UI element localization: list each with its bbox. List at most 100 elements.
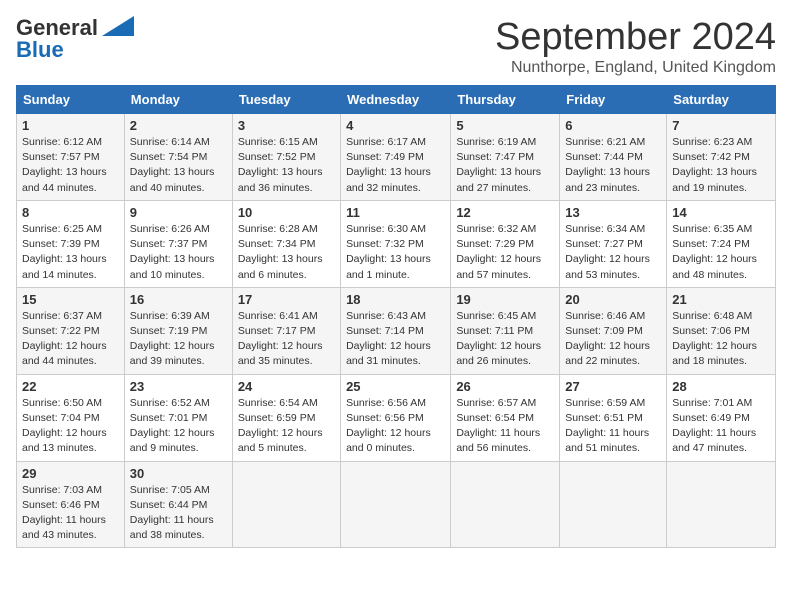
calendar-cell: 26 Sunrise: 6:57 AM Sunset: 6:54 PM Dayl… <box>451 374 560 461</box>
logo-icon <box>102 16 134 36</box>
logo: General Blue <box>16 16 134 63</box>
calendar-cell <box>232 461 340 548</box>
calendar-cell: 28 Sunrise: 7:01 AM Sunset: 6:49 PM Dayl… <box>667 374 776 461</box>
calendar-cell: 8 Sunrise: 6:25 AM Sunset: 7:39 PM Dayli… <box>17 200 125 287</box>
calendar-cell: 22 Sunrise: 6:50 AM Sunset: 7:04 PM Dayl… <box>17 374 125 461</box>
day-info: Sunrise: 6:41 AM Sunset: 7:17 PM Dayligh… <box>238 309 335 370</box>
day-info: Sunrise: 7:01 AM Sunset: 6:49 PM Dayligh… <box>672 396 770 457</box>
title-block: September 2024 Nunthorpe, England, Unite… <box>495 16 776 77</box>
calendar-cell: 23 Sunrise: 6:52 AM Sunset: 7:01 PM Dayl… <box>124 374 232 461</box>
day-info: Sunrise: 6:56 AM Sunset: 6:56 PM Dayligh… <box>346 396 445 457</box>
day-number: 24 <box>238 379 335 394</box>
day-info: Sunrise: 6:48 AM Sunset: 7:06 PM Dayligh… <box>672 309 770 370</box>
day-info: Sunrise: 6:30 AM Sunset: 7:32 PM Dayligh… <box>346 222 445 283</box>
calendar-cell: 25 Sunrise: 6:56 AM Sunset: 6:56 PM Dayl… <box>341 374 451 461</box>
calendar-cell <box>341 461 451 548</box>
day-number: 26 <box>456 379 554 394</box>
calendar-cell: 20 Sunrise: 6:46 AM Sunset: 7:09 PM Dayl… <box>560 287 667 374</box>
calendar-cell <box>451 461 560 548</box>
calendar-week-row: 15 Sunrise: 6:37 AM Sunset: 7:22 PM Dayl… <box>17 287 776 374</box>
calendar-cell <box>560 461 667 548</box>
day-info: Sunrise: 6:25 AM Sunset: 7:39 PM Dayligh… <box>22 222 119 283</box>
day-number: 19 <box>456 292 554 307</box>
day-number: 25 <box>346 379 445 394</box>
calendar-cell: 9 Sunrise: 6:26 AM Sunset: 7:37 PM Dayli… <box>124 200 232 287</box>
day-info: Sunrise: 6:46 AM Sunset: 7:09 PM Dayligh… <box>565 309 661 370</box>
day-info: Sunrise: 6:52 AM Sunset: 7:01 PM Dayligh… <box>130 396 227 457</box>
day-info: Sunrise: 7:03 AM Sunset: 6:46 PM Dayligh… <box>22 483 119 544</box>
day-info: Sunrise: 6:32 AM Sunset: 7:29 PM Dayligh… <box>456 222 554 283</box>
day-number: 10 <box>238 205 335 220</box>
calendar-cell: 30 Sunrise: 7:05 AM Sunset: 6:44 PM Dayl… <box>124 461 232 548</box>
day-number: 23 <box>130 379 227 394</box>
calendar-cell: 10 Sunrise: 6:28 AM Sunset: 7:34 PM Dayl… <box>232 200 340 287</box>
day-number: 8 <box>22 205 119 220</box>
day-info: Sunrise: 6:28 AM Sunset: 7:34 PM Dayligh… <box>238 222 335 283</box>
calendar-week-row: 8 Sunrise: 6:25 AM Sunset: 7:39 PM Dayli… <box>17 200 776 287</box>
day-number: 29 <box>22 466 119 481</box>
calendar-cell: 16 Sunrise: 6:39 AM Sunset: 7:19 PM Dayl… <box>124 287 232 374</box>
day-number: 2 <box>130 118 227 133</box>
weekday-header: Saturday <box>667 86 776 114</box>
day-info: Sunrise: 6:45 AM Sunset: 7:11 PM Dayligh… <box>456 309 554 370</box>
day-info: Sunrise: 6:54 AM Sunset: 6:59 PM Dayligh… <box>238 396 335 457</box>
page-header: General Blue September 2024 Nunthorpe, E… <box>16 16 776 77</box>
calendar-cell: 4 Sunrise: 6:17 AM Sunset: 7:49 PM Dayli… <box>341 114 451 201</box>
calendar-cell: 18 Sunrise: 6:43 AM Sunset: 7:14 PM Dayl… <box>341 287 451 374</box>
calendar-cell: 15 Sunrise: 6:37 AM Sunset: 7:22 PM Dayl… <box>17 287 125 374</box>
calendar-cell: 17 Sunrise: 6:41 AM Sunset: 7:17 PM Dayl… <box>232 287 340 374</box>
day-info: Sunrise: 6:19 AM Sunset: 7:47 PM Dayligh… <box>456 135 554 196</box>
weekday-header-row: SundayMondayTuesdayWednesdayThursdayFrid… <box>17 86 776 114</box>
calendar-week-row: 1 Sunrise: 6:12 AM Sunset: 7:57 PM Dayli… <box>17 114 776 201</box>
day-info: Sunrise: 6:59 AM Sunset: 6:51 PM Dayligh… <box>565 396 661 457</box>
calendar-cell: 21 Sunrise: 6:48 AM Sunset: 7:06 PM Dayl… <box>667 287 776 374</box>
day-info: Sunrise: 6:43 AM Sunset: 7:14 PM Dayligh… <box>346 309 445 370</box>
month-title: September 2024 <box>495 16 776 59</box>
calendar-week-row: 22 Sunrise: 6:50 AM Sunset: 7:04 PM Dayl… <box>17 374 776 461</box>
calendar-cell: 19 Sunrise: 6:45 AM Sunset: 7:11 PM Dayl… <box>451 287 560 374</box>
calendar-cell: 7 Sunrise: 6:23 AM Sunset: 7:42 PM Dayli… <box>667 114 776 201</box>
day-info: Sunrise: 6:12 AM Sunset: 7:57 PM Dayligh… <box>22 135 119 196</box>
calendar-week-row: 29 Sunrise: 7:03 AM Sunset: 6:46 PM Dayl… <box>17 461 776 548</box>
logo-blue: Blue <box>16 37 64 63</box>
calendar-cell: 2 Sunrise: 6:14 AM Sunset: 7:54 PM Dayli… <box>124 114 232 201</box>
weekday-header: Friday <box>560 86 667 114</box>
day-info: Sunrise: 6:14 AM Sunset: 7:54 PM Dayligh… <box>130 135 227 196</box>
day-number: 15 <box>22 292 119 307</box>
day-info: Sunrise: 6:50 AM Sunset: 7:04 PM Dayligh… <box>22 396 119 457</box>
day-number: 17 <box>238 292 335 307</box>
day-number: 11 <box>346 205 445 220</box>
calendar-cell: 27 Sunrise: 6:59 AM Sunset: 6:51 PM Dayl… <box>560 374 667 461</box>
day-number: 6 <box>565 118 661 133</box>
day-number: 18 <box>346 292 445 307</box>
calendar-cell: 13 Sunrise: 6:34 AM Sunset: 7:27 PM Dayl… <box>560 200 667 287</box>
day-number: 20 <box>565 292 661 307</box>
day-number: 3 <box>238 118 335 133</box>
day-info: Sunrise: 6:37 AM Sunset: 7:22 PM Dayligh… <box>22 309 119 370</box>
weekday-header: Tuesday <box>232 86 340 114</box>
day-number: 5 <box>456 118 554 133</box>
calendar-cell: 29 Sunrise: 7:03 AM Sunset: 6:46 PM Dayl… <box>17 461 125 548</box>
day-info: Sunrise: 6:23 AM Sunset: 7:42 PM Dayligh… <box>672 135 770 196</box>
day-number: 22 <box>22 379 119 394</box>
day-number: 9 <box>130 205 227 220</box>
weekday-header: Wednesday <box>341 86 451 114</box>
day-number: 12 <box>456 205 554 220</box>
calendar-table: SundayMondayTuesdayWednesdayThursdayFrid… <box>16 85 776 548</box>
calendar-cell: 24 Sunrise: 6:54 AM Sunset: 6:59 PM Dayl… <box>232 374 340 461</box>
calendar-cell: 6 Sunrise: 6:21 AM Sunset: 7:44 PM Dayli… <box>560 114 667 201</box>
calendar-cell: 14 Sunrise: 6:35 AM Sunset: 7:24 PM Dayl… <box>667 200 776 287</box>
day-info: Sunrise: 6:17 AM Sunset: 7:49 PM Dayligh… <box>346 135 445 196</box>
day-info: Sunrise: 6:34 AM Sunset: 7:27 PM Dayligh… <box>565 222 661 283</box>
calendar-cell: 3 Sunrise: 6:15 AM Sunset: 7:52 PM Dayli… <box>232 114 340 201</box>
location: Nunthorpe, England, United Kingdom <box>495 59 776 77</box>
day-number: 13 <box>565 205 661 220</box>
day-info: Sunrise: 6:39 AM Sunset: 7:19 PM Dayligh… <box>130 309 227 370</box>
day-info: Sunrise: 6:57 AM Sunset: 6:54 PM Dayligh… <box>456 396 554 457</box>
day-number: 27 <box>565 379 661 394</box>
weekday-header: Thursday <box>451 86 560 114</box>
calendar-cell <box>667 461 776 548</box>
day-number: 7 <box>672 118 770 133</box>
day-info: Sunrise: 6:26 AM Sunset: 7:37 PM Dayligh… <box>130 222 227 283</box>
day-number: 28 <box>672 379 770 394</box>
